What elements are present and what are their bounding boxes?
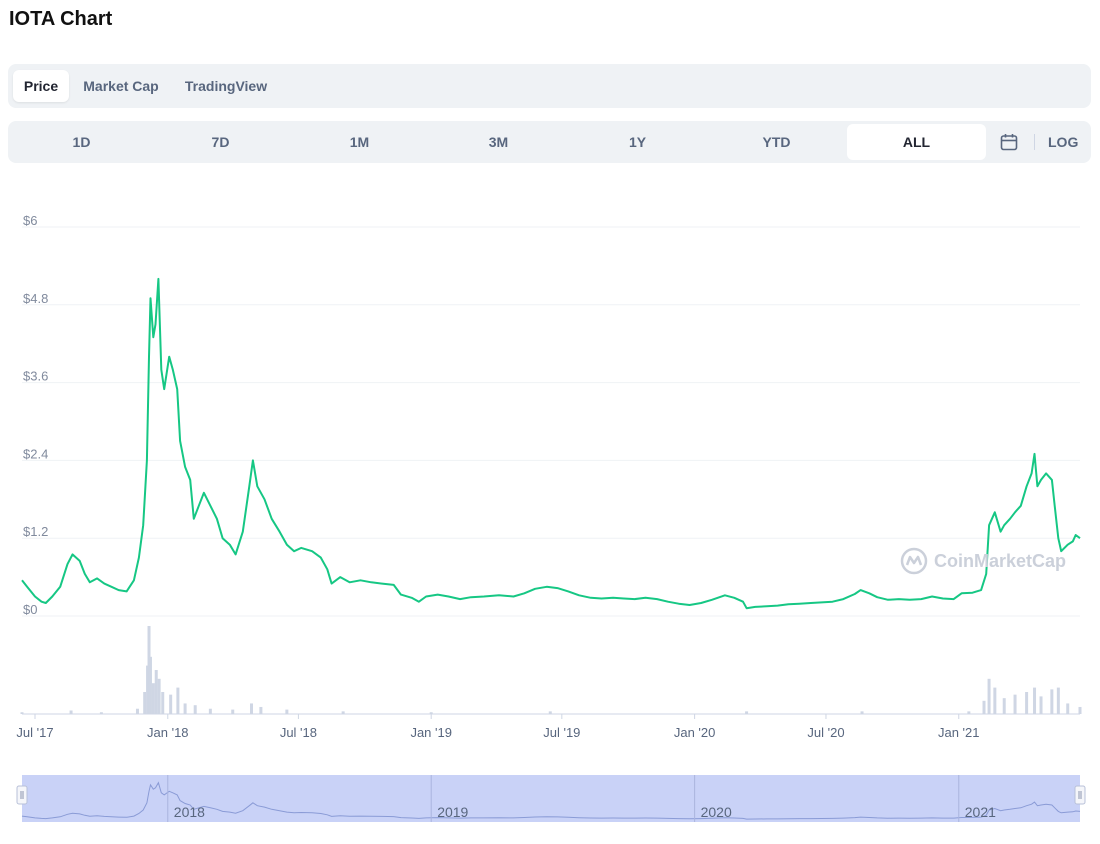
volume-bar xyxy=(1050,689,1054,714)
navigator-year-label: 2021 xyxy=(965,804,996,820)
volume-bar xyxy=(169,694,173,714)
volume-bar xyxy=(148,656,152,714)
volume-bar xyxy=(1078,706,1082,714)
x-tick-label: Jul '18 xyxy=(280,725,317,740)
navigator-left-handle[interactable] xyxy=(16,785,28,805)
volume-bar xyxy=(1033,687,1037,714)
volume-bar xyxy=(249,703,253,714)
navigator-year-label: 2018 xyxy=(174,804,205,820)
navigator-right-handle[interactable] xyxy=(1074,785,1086,805)
volume-bar xyxy=(208,708,212,714)
coinmarketcap-watermark: CoinMarketCap xyxy=(900,546,1066,576)
volume-bar xyxy=(982,700,986,714)
volume-bar xyxy=(1025,692,1029,714)
y-tick-label: $6 xyxy=(23,213,37,228)
volume-bar xyxy=(1039,696,1043,714)
x-tick-label: Jul '17 xyxy=(16,725,53,740)
coinmarketcap-logo-icon xyxy=(900,547,928,575)
x-tick-label: Jan '18 xyxy=(147,725,189,740)
y-tick-label: $0 xyxy=(23,602,37,617)
volume-bar xyxy=(157,678,161,714)
volume-bar xyxy=(154,670,158,714)
volume-bar xyxy=(993,687,997,714)
price-chart: $0$1.2$2.4$3.6$4.8$6 Jul '17 Jan '18 Jul '… xyxy=(16,213,1086,822)
volume-bar xyxy=(1056,687,1060,714)
x-tick-label: Jan '20 xyxy=(674,725,716,740)
volume-bar xyxy=(193,705,197,714)
volume-bar xyxy=(1013,694,1017,714)
volume-bar xyxy=(69,710,73,714)
x-axis: Jul '17 Jan '18 Jul '18 Jan '19 Jul '19 Jan '… xyxy=(16,714,980,740)
y-tick-label: $3.6 xyxy=(23,369,48,384)
volume-bars xyxy=(20,626,1082,714)
volume-bar xyxy=(176,687,180,714)
navigator-year-label: 2020 xyxy=(701,804,732,820)
x-tick-label: Jul '20 xyxy=(807,725,844,740)
navigator-year-label: 2019 xyxy=(437,804,468,820)
volume-bar xyxy=(285,709,289,714)
y-tick-label: $4.8 xyxy=(23,291,48,306)
volume-bar xyxy=(1002,698,1006,714)
x-tick-label: Jan '21 xyxy=(938,725,980,740)
x-tick-label: Jan '19 xyxy=(410,725,452,740)
volume-bar xyxy=(259,706,263,714)
volume-bar xyxy=(143,692,147,714)
volume-bar xyxy=(1066,703,1070,714)
range-navigator: 2018 2019 2020 2021 xyxy=(16,775,1086,822)
y-tick-label: $2.4 xyxy=(23,446,48,461)
volume-bar xyxy=(135,708,139,714)
y-tick-label: $1.2 xyxy=(23,524,48,539)
watermark-text: CoinMarketCap xyxy=(934,550,1067,571)
volume-bar xyxy=(183,703,187,714)
volume-bar xyxy=(151,683,155,714)
volume-bar xyxy=(987,678,991,714)
y-axis: $0 $1.2 $2.4 $3.6 $4.8 $6 xyxy=(23,213,48,617)
x-tick-label: Jul '19 xyxy=(543,725,580,740)
volume-bar xyxy=(161,692,165,714)
volume-bar xyxy=(231,709,235,714)
